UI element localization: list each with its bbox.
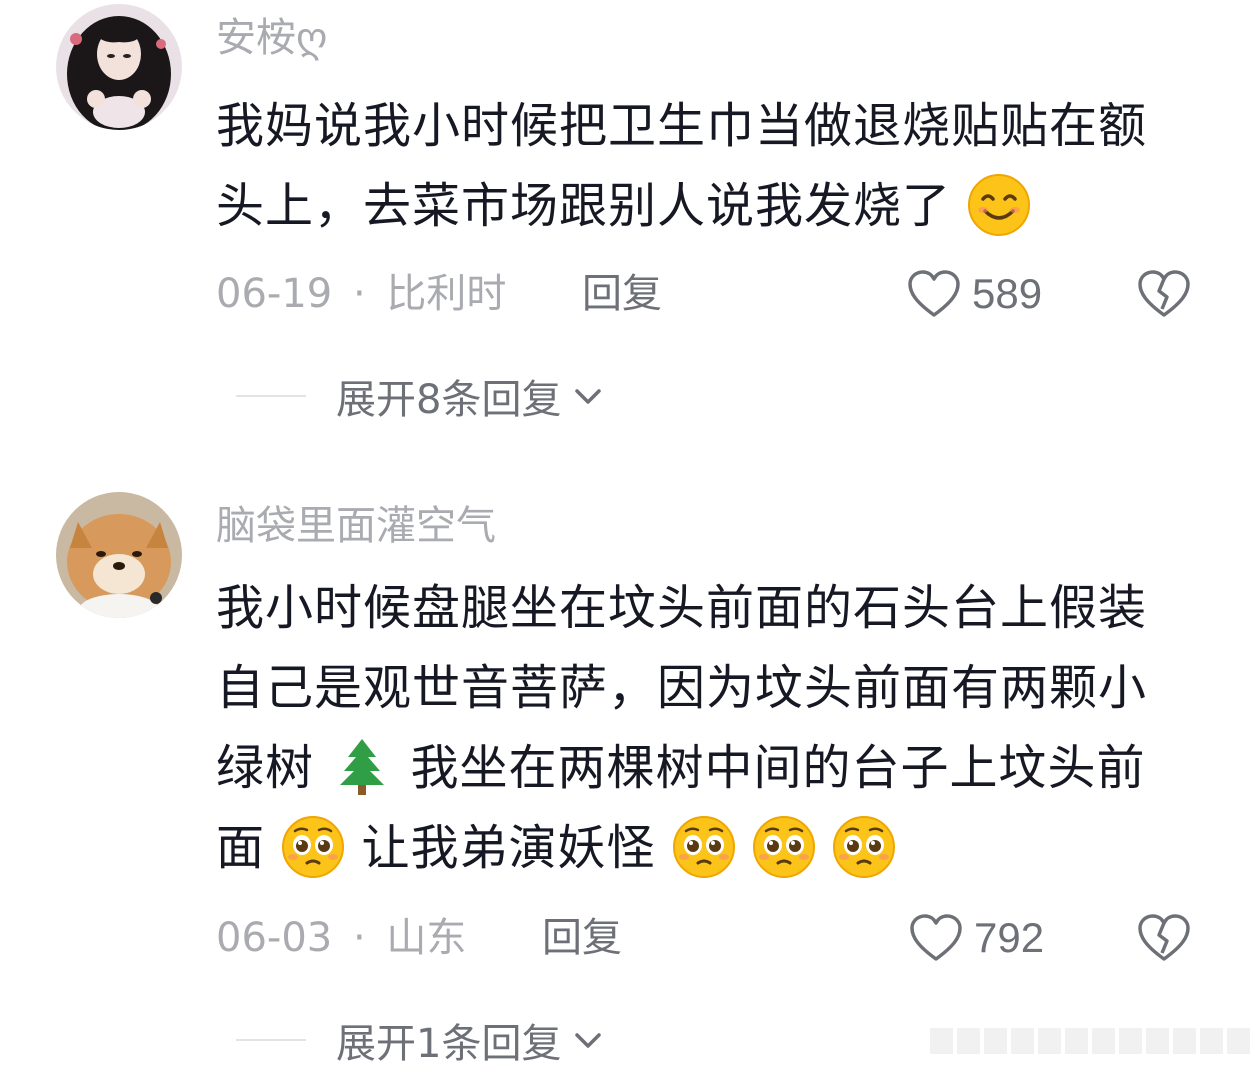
heart-outline-icon xyxy=(908,270,960,317)
comment-body-text: 让我弟演妖怪 xyxy=(361,820,656,876)
smiling-face-emoji-icon xyxy=(968,174,1031,236)
avatar[interactable] xyxy=(56,4,182,130)
comment-2: 脑袋里面灌空气 我小时候盘腿坐在坟头前面的石头台上假装 自己是观世音菩萨，因为坟… xyxy=(0,490,1260,1068)
divider xyxy=(236,395,306,397)
watermark xyxy=(930,1028,1250,1054)
comment-date: 06-03 xyxy=(216,915,333,961)
comment-body: 我小时候盘腿坐在坟头前面的石头台上假装 自己是观世音菩萨，因为坟头前面有两颗小 … xyxy=(216,568,1216,888)
comment-body: 我妈说我小时候把卫生巾当做退烧贴贴在额 头上，去菜市场跟别人说我发烧了 xyxy=(216,86,1216,246)
comment-body-line: 绿树 我坐在两棵树中间的台子上坟头前 xyxy=(216,728,1216,808)
comment-body-line: 我妈说我小时候把卫生巾当做退烧贴贴在额 xyxy=(216,98,1148,154)
meta-separator: · xyxy=(352,915,366,961)
like-count: 792 xyxy=(974,914,1045,961)
comment-body-text: 面 xyxy=(216,820,266,876)
heart-outline-icon xyxy=(910,914,962,961)
meta-separator: · xyxy=(352,271,366,317)
avatar[interactable] xyxy=(56,492,182,618)
pleading-face-emoji-icon xyxy=(753,816,816,878)
divider xyxy=(236,1039,306,1041)
broken-heart-icon[interactable] xyxy=(1136,910,1192,966)
comment-location: 比利时 xyxy=(386,271,507,317)
comment-meta: 06-03 · 山东 xyxy=(216,914,466,962)
like-button[interactable]: 589 xyxy=(906,266,1042,322)
pleading-face-emoji-icon xyxy=(672,816,735,878)
comment-body-line: 头上，去菜市场跟别人说我发烧了 xyxy=(216,166,1216,246)
expand-replies-label: 展开1条回复 xyxy=(336,1021,562,1067)
reply-button[interactable]: 回复 xyxy=(542,914,622,962)
comment-meta: 06-19 · 比利时 xyxy=(216,270,506,318)
comment-body-text: 绿树 xyxy=(216,740,315,796)
comment-body-line: 我小时候盘腿坐在坟头前面的石头台上假装 xyxy=(216,580,1148,636)
comment-1: 安桉ღ 我妈说我小时候把卫生巾当做退烧贴贴在额 头上，去菜市场跟别人说我发烧了 … xyxy=(0,0,1260,440)
comment-body-line: 面 让我弟演妖怪 xyxy=(216,808,1216,888)
pleading-face-emoji-icon xyxy=(833,816,896,878)
comment-body-text: 我坐在两棵树中间的台子上坟头前 xyxy=(410,740,1146,796)
comment-body-text: 头上，去菜市场跟别人说我发烧了 xyxy=(216,178,952,234)
like-count: 589 xyxy=(972,270,1043,317)
pleading-face-emoji-icon xyxy=(282,816,345,878)
evergreen-tree-emoji-icon xyxy=(340,739,385,795)
comment-date: 06-19 xyxy=(216,271,333,317)
chevron-down-icon xyxy=(575,1033,602,1048)
comment-location: 山东 xyxy=(386,915,467,961)
chevron-down-icon xyxy=(575,389,602,404)
expand-replies-button[interactable]: 展开1条回复 xyxy=(236,1014,605,1067)
like-button[interactable]: 792 xyxy=(908,910,1044,966)
comment-body-line: 自己是观世音菩萨，因为坟头前面有两颗小 xyxy=(216,660,1148,716)
reply-button[interactable]: 回复 xyxy=(582,270,662,318)
expand-replies-button[interactable]: 展开8条回复 xyxy=(236,370,605,423)
comment-username[interactable]: 安桉ღ xyxy=(216,14,327,62)
expand-replies-label: 展开8条回复 xyxy=(336,377,562,423)
comment-username[interactable]: 脑袋里面灌空气 xyxy=(216,502,496,550)
broken-heart-icon[interactable] xyxy=(1136,266,1192,322)
